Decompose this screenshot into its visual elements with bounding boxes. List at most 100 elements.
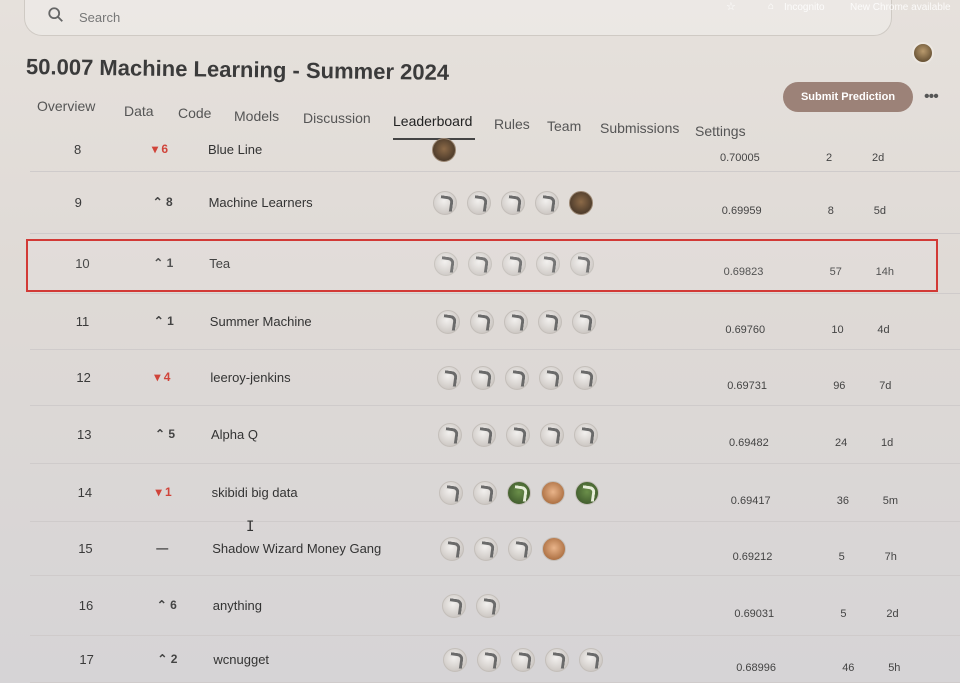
chrome-update-label[interactable]: New Chrome available [850, 2, 951, 13]
score: 0.69731 [727, 380, 767, 392]
member-avatar-icon[interactable] [501, 191, 526, 215]
tab-leaderboard[interactable]: Leaderboard [393, 113, 472, 129]
tab-code[interactable]: Code [178, 105, 211, 121]
table-row[interactable]: 12 ▾ 4 leeroy-jenkins 0.69731 96 7d [30, 350, 960, 406]
member-avatar-icon[interactable] [578, 648, 603, 672]
member-avatar-icon[interactable] [473, 481, 498, 505]
member-avatar-icon[interactable] [440, 537, 465, 561]
member-avatar-icon[interactable] [472, 423, 496, 447]
search-bar[interactable]: Search [24, 0, 892, 36]
member-avatar-icon[interactable] [508, 537, 533, 561]
rank: 15 [78, 541, 93, 556]
team-name[interactable]: skibidi big data [212, 485, 298, 500]
tab-data[interactable]: Data [124, 103, 154, 119]
member-avatar-icon[interactable] [432, 138, 456, 162]
last-submission: 5h [888, 662, 901, 674]
team-member-avatars [436, 366, 597, 390]
member-avatar-icon[interactable] [436, 366, 461, 390]
entries-count: 36 [836, 495, 850, 507]
table-row[interactable]: 9 ⌃ 8 Machine Learners 0.69959 8 5d [30, 172, 960, 234]
member-avatar-icon[interactable] [433, 191, 458, 215]
member-avatar-icon[interactable] [476, 648, 501, 672]
member-avatar-icon[interactable] [474, 537, 499, 561]
rank: 16 [78, 598, 94, 613]
entries-count: 24 [835, 437, 848, 449]
score: 0.69760 [725, 324, 766, 336]
tab-models[interactable]: Models [234, 108, 279, 124]
tab-overview[interactable]: Overview [37, 98, 95, 114]
member-avatar-icon[interactable] [569, 191, 594, 215]
member-avatar-icon[interactable] [510, 648, 535, 672]
member-avatar-icon[interactable] [467, 191, 492, 215]
rank-change: ⌃ 5 [155, 427, 176, 441]
user-avatar[interactable] [912, 42, 934, 64]
table-row[interactable]: 16 ⌃ 6 anything 0.69031 5 2d [30, 576, 960, 636]
bookmark-star-icon[interactable]: ☆ [726, 0, 736, 13]
member-avatar-icon[interactable] [506, 423, 530, 447]
entries-count: 2 [826, 152, 833, 164]
last-submission: 2d [886, 608, 899, 620]
team-member-avatars [435, 310, 596, 334]
table-row[interactable]: 15 — Shadow Wizard Money Gang 0.69212 5 7h [30, 522, 960, 576]
member-avatar-icon[interactable] [469, 310, 494, 334]
team-name[interactable]: Summer Machine [210, 314, 312, 329]
member-avatar-icon[interactable] [535, 191, 560, 215]
member-avatar-icon[interactable] [542, 537, 567, 561]
rank: 9 [74, 195, 82, 210]
leaderboard-table: 8 ▾ 6 Blue Line 0.70005 2 2d 9 ⌃ 8 Machine Learn… [30, 128, 960, 683]
last-submission: 2d [872, 152, 885, 164]
score: 0.70005 [720, 152, 760, 164]
entries-count: 5 [838, 551, 845, 563]
team-name[interactable]: Blue Line [208, 142, 262, 157]
member-avatar-icon[interactable] [442, 648, 467, 672]
member-avatar-icon[interactable] [504, 366, 529, 390]
member-avatar-icon[interactable] [572, 366, 597, 390]
member-avatar-icon[interactable] [538, 366, 563, 390]
table-row[interactable]: 8 ▾ 6 Blue Line 0.70005 2 2d [30, 128, 960, 172]
member-avatar-icon[interactable] [503, 310, 528, 334]
last-submission: 5d [873, 205, 887, 217]
last-submission: 1d [881, 437, 894, 449]
team-member-avatars [432, 138, 456, 162]
member-avatar-icon[interactable] [544, 648, 569, 672]
rank: 13 [77, 427, 92, 442]
rank: 17 [79, 652, 94, 667]
member-avatar-icon[interactable] [507, 481, 532, 505]
member-avatar-icon[interactable] [438, 423, 462, 447]
score: 0.69031 [734, 608, 775, 620]
search-input[interactable]: Search [79, 10, 120, 25]
team-name[interactable]: wcnugget [213, 652, 269, 667]
more-options-icon[interactable]: ••• [924, 88, 939, 106]
member-avatar-icon[interactable] [475, 594, 500, 618]
member-avatar-icon[interactable] [574, 423, 598, 447]
member-avatar-icon[interactable] [439, 481, 464, 505]
team-name[interactable]: anything [213, 598, 262, 613]
rank-change: ▾ 1 [155, 485, 172, 499]
table-row[interactable]: 17 ⌃ 2 wcnugget 0.68996 46 5h [30, 636, 960, 683]
rank-change: ▾ 4 [154, 370, 171, 384]
member-avatar-icon[interactable] [537, 310, 562, 334]
team-member-avatars [433, 191, 594, 215]
rank: 8 [74, 142, 82, 157]
member-avatar-icon[interactable] [435, 310, 460, 334]
team-name[interactable]: Machine Learners [209, 195, 313, 210]
member-avatar-icon[interactable] [575, 481, 600, 505]
member-avatar-icon[interactable] [441, 594, 466, 618]
last-submission: 4d [877, 324, 890, 336]
page-title: 50.007 Machine Learning - Summer 2024 [25, 54, 450, 85]
tab-discussion[interactable]: Discussion [303, 110, 371, 126]
team-name[interactable]: Alpha Q [211, 427, 258, 442]
table-row[interactable]: 14 ▾ 1 skibidi big data 0.69417 36 5m [30, 464, 960, 522]
team-name[interactable]: leeroy-jenkins [210, 370, 290, 385]
submit-prediction-button[interactable]: Submit Prediction [783, 82, 913, 112]
team-name[interactable]: Shadow Wizard Money Gang [212, 541, 381, 556]
incognito-icon: ⌂ [768, 1, 775, 12]
table-row[interactable]: 13 ⌃ 5 Alpha Q 0.69482 24 1d [30, 406, 960, 464]
table-row[interactable]: 11 ⌃ 1 Summer Machine 0.69760 10 4d [30, 294, 960, 350]
score: 0.68996 [736, 662, 776, 674]
member-avatar-icon[interactable] [541, 481, 566, 505]
member-avatar-icon[interactable] [470, 366, 495, 390]
member-avatar-icon[interactable] [540, 423, 564, 447]
rank: 11 [75, 314, 90, 329]
member-avatar-icon[interactable] [571, 310, 596, 334]
